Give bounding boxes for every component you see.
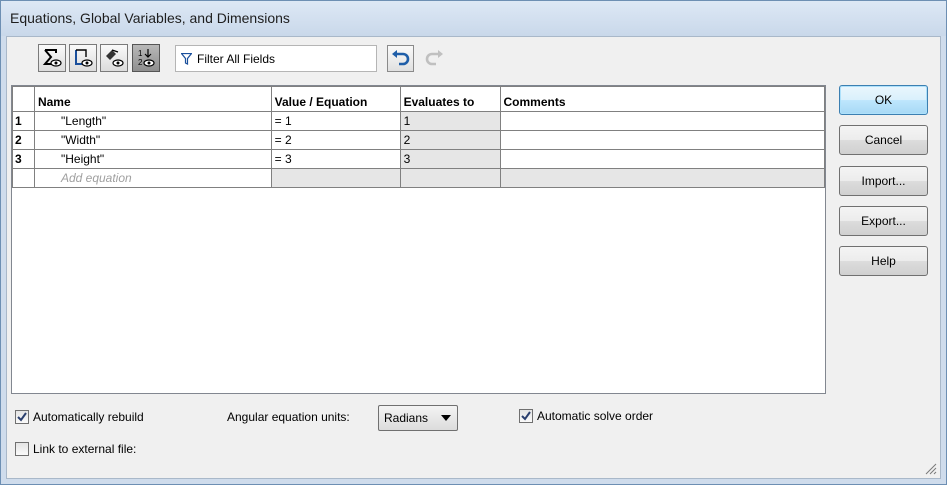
sketch-equations-view-button[interactable] [69, 44, 97, 72]
comment-cell[interactable] [499, 149, 826, 169]
angular-units-value: Radians [384, 411, 429, 425]
add-equation-row: Add equation [12, 168, 826, 188]
auto-solve-checkbox[interactable]: Automatic solve order [519, 409, 653, 423]
table-row: 3 "Height" = 3 3 [12, 149, 826, 169]
filter-field[interactable]: Filter All Fields [175, 45, 377, 72]
undo-button[interactable] [387, 45, 414, 72]
checkbox-box[interactable] [15, 442, 29, 456]
evaluates-cell [399, 168, 501, 188]
row-number[interactable]: 2 [12, 130, 35, 150]
name-cell[interactable]: "Height" [33, 149, 272, 169]
equations-view-button[interactable] [38, 44, 66, 72]
redo-icon [425, 49, 443, 65]
cancel-button[interactable]: Cancel [839, 125, 928, 155]
name-cell[interactable]: "Width" [33, 130, 272, 150]
value-cell [270, 168, 401, 188]
redo-button[interactable] [420, 45, 447, 72]
table-row: 2 "Width" = 2 2 [12, 130, 826, 150]
dropdown-arrow-icon [441, 415, 451, 421]
comment-cell[interactable] [499, 130, 826, 150]
column-header-evaluates[interactable]: Evaluates to [399, 86, 501, 112]
checkbox-box[interactable] [15, 410, 29, 424]
filter-icon [181, 52, 192, 65]
sigma-eye-icon [42, 49, 62, 67]
auto-rebuild-checkbox[interactable]: Automatically rebuild [15, 410, 144, 424]
table-header-row: Name Value / Equation Evaluates to Comme… [12, 86, 826, 112]
dimension-view-button[interactable] [100, 44, 128, 72]
resize-grip-icon[interactable] [925, 463, 937, 475]
tag-eye-icon [106, 49, 124, 67]
title-bar[interactable]: Equations, Global Variables, and Dimensi… [1, 1, 946, 36]
name-cell[interactable]: "Length" [33, 111, 272, 131]
svg-text:2: 2 [138, 58, 143, 67]
add-equation-cell[interactable]: Add equation [33, 168, 272, 188]
auto-rebuild-label: Automatically rebuild [33, 410, 144, 424]
auto-solve-label: Automatic solve order [537, 409, 654, 423]
undo-icon [391, 49, 409, 65]
sheet-eye-icon [75, 49, 93, 67]
evaluates-cell: 3 [399, 149, 501, 169]
dialog-window: Equations, Global Variables, and Dimensi… [0, 0, 947, 485]
link-external-label: Link to external file: [33, 442, 137, 456]
ok-button[interactable]: OK [839, 85, 928, 115]
checkmark-icon [521, 411, 531, 421]
column-header-name[interactable]: Name [33, 86, 272, 112]
angular-units-label: Angular equation units: [227, 410, 350, 424]
table-row: 1 "Length" = 1 1 [12, 111, 826, 131]
row-number[interactable]: 3 [12, 149, 35, 169]
angular-units-dropdown[interactable]: Radians [378, 405, 458, 431]
row-number[interactable]: 1 [12, 111, 35, 131]
evaluates-cell: 1 [399, 111, 501, 131]
ordered-view-icon: 1 2 [138, 49, 155, 67]
svg-text:1: 1 [138, 49, 143, 58]
link-external-checkbox[interactable]: Link to external file: [15, 442, 136, 456]
checkbox-box[interactable] [519, 409, 533, 423]
export-button[interactable]: Export... [839, 206, 928, 236]
ordered-view-button[interactable]: 1 2 [132, 44, 160, 72]
column-header-value[interactable]: Value / Equation [270, 86, 401, 112]
table-corner-cell[interactable] [12, 86, 35, 112]
dialog-client-area: 1 2 Filter All Fields Name Value / Equat… [6, 36, 941, 479]
value-cell[interactable]: = 2 [270, 130, 401, 150]
evaluates-cell: 2 [399, 130, 501, 150]
help-button[interactable]: Help [839, 246, 928, 276]
value-cell[interactable]: = 1 [270, 111, 401, 131]
equations-grid: Name Value / Equation Evaluates to Comme… [12, 86, 826, 188]
comment-cell [499, 168, 826, 188]
import-button[interactable]: Import... [839, 166, 928, 196]
row-number[interactable] [12, 168, 35, 188]
comment-cell[interactable] [499, 111, 826, 131]
column-header-comments[interactable]: Comments [499, 86, 826, 112]
checkmark-icon [17, 412, 27, 422]
value-cell[interactable]: = 3 [270, 149, 401, 169]
equations-table: Name Value / Equation Evaluates to Comme… [11, 85, 826, 394]
window-title: Equations, Global Variables, and Dimensi… [10, 10, 290, 26]
filter-placeholder: Filter All Fields [197, 51, 276, 66]
